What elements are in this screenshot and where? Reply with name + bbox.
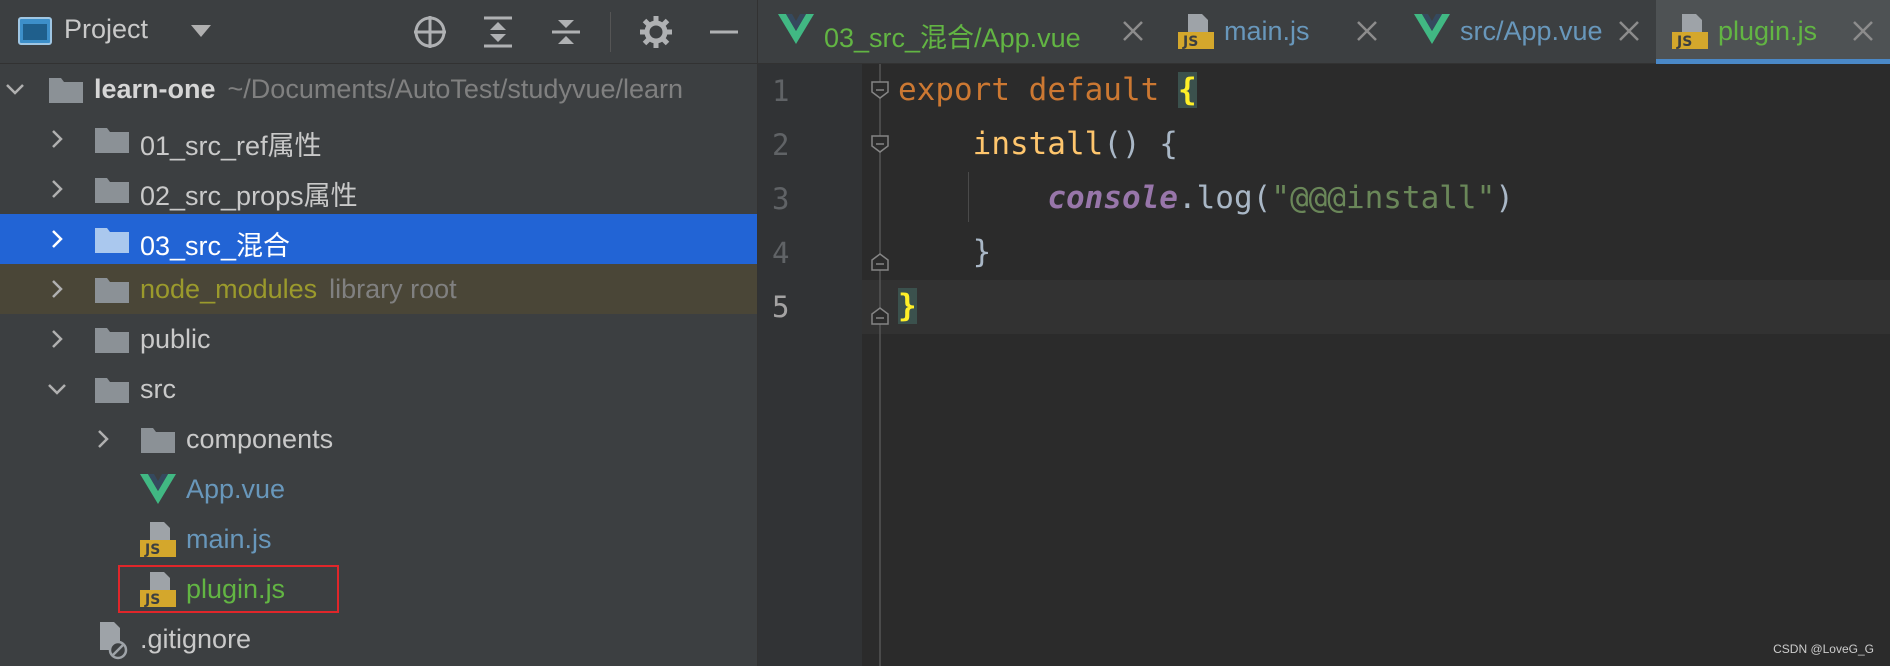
project-toolbar: Project — [0, 0, 757, 64]
js-file-icon: JS — [140, 522, 176, 558]
folder-icon — [95, 328, 129, 353]
hide-icon[interactable] — [706, 14, 742, 50]
chevron-right-icon[interactable] — [46, 178, 68, 200]
tree-row-src[interactable]: src — [0, 364, 757, 414]
svg-text:JS: JS — [1182, 34, 1198, 50]
code-line-3: console.log("@@@install") — [1047, 180, 1514, 216]
tree-label: public — [140, 324, 211, 354]
tree-label: 03_src_混合 — [140, 231, 291, 261]
code-line-2: install() { — [972, 126, 1178, 162]
line-number-gutter: 1 2 3 4 5 — [758, 64, 862, 666]
tree-row-components[interactable]: components — [0, 414, 757, 464]
tree-label: learn-one ~/Documents/AutoTest/studyvue/l… — [94, 74, 684, 104]
project-panel: Project learn-one ~/Documents/AutoTest/s… — [0, 0, 758, 666]
code-line-4: } — [898, 234, 992, 270]
chevron-right-icon[interactable] — [46, 128, 68, 150]
watermark: CSDN @LoveG_G — [1773, 642, 1874, 656]
tree-row-01-src-ref[interactable]: 01_src_ref属性 — [0, 114, 757, 164]
current-line-highlight — [758, 280, 1890, 334]
tree-label: src — [140, 374, 176, 404]
tab-label: src/App.vue — [1460, 16, 1603, 46]
folder-icon — [95, 128, 129, 153]
tree-label: .gitignore — [140, 624, 252, 654]
editor-tabs: 03_src_混合/App.vue JS main.js src/App.vue… — [758, 0, 1890, 64]
gear-icon[interactable] — [638, 14, 674, 50]
tab-main-js[interactable]: JS main.js — [1162, 0, 1394, 64]
tab-label: main.js — [1224, 16, 1310, 46]
folder-icon — [95, 228, 129, 253]
svg-text:JS: JS — [1676, 34, 1692, 50]
tab-label: plugin.js — [1718, 16, 1818, 46]
tree-row-public[interactable]: public — [0, 314, 757, 364]
tab-src-app-vue[interactable]: src/App.vue — [1394, 0, 1656, 64]
close-icon[interactable] — [1354, 18, 1380, 44]
vue-icon — [140, 474, 176, 504]
close-icon[interactable] — [1120, 18, 1146, 44]
project-tree: learn-one ~/Documents/AutoTest/studyvue/l… — [0, 64, 757, 664]
expand-all-icon[interactable] — [480, 14, 516, 50]
tree-row-03-src-mixin[interactable]: 03_src_混合 — [0, 214, 757, 264]
tree-label: 01_src_ref属性 — [140, 131, 322, 161]
folder-icon — [49, 78, 83, 103]
code-area[interactable]: 1 2 3 4 5 export default {install() {c… — [758, 64, 1890, 666]
tree-row-plugin-js[interactable]: JS plugin.js — [0, 564, 757, 614]
project-title: Project — [64, 14, 149, 44]
fold-gutter — [871, 64, 889, 666]
folder-icon — [95, 378, 129, 403]
collapse-all-icon[interactable] — [548, 14, 584, 50]
tab-label: 03_src_混合/App.vue — [824, 23, 1081, 53]
tab-plugin-js[interactable]: JS plugin.js — [1656, 0, 1890, 64]
code-line-1: export default { — [898, 72, 1197, 108]
svg-text:JS: JS — [144, 542, 160, 558]
editor: 03_src_混合/App.vue JS main.js src/App.vue… — [758, 0, 1890, 666]
close-icon[interactable] — [1616, 18, 1642, 44]
chevron-down-icon[interactable] — [46, 378, 68, 400]
locate-icon[interactable] — [412, 14, 448, 50]
ignore-file-icon — [100, 622, 128, 660]
chevron-right-icon[interactable] — [46, 278, 68, 300]
vue-icon — [1414, 14, 1450, 44]
tree-label: main.js — [186, 524, 272, 554]
tree-row-02-src-props[interactable]: 02_src_props属性 — [0, 164, 757, 214]
js-file-icon: JS — [140, 572, 176, 608]
folder-icon — [95, 278, 129, 303]
tree-label: 02_src_props属性 — [140, 181, 358, 211]
vue-icon — [778, 14, 814, 44]
chevron-right-icon[interactable] — [46, 328, 68, 350]
tree-label: App.vue — [186, 474, 286, 504]
chevron-down-icon[interactable] — [4, 78, 26, 100]
tree-label: components — [186, 424, 334, 454]
chevron-down-icon[interactable] — [190, 24, 212, 38]
project-window-icon — [18, 17, 52, 45]
svg-text:JS: JS — [144, 592, 160, 608]
tree-row-main-js[interactable]: JS main.js — [0, 514, 757, 564]
toolbar-separator — [610, 12, 611, 52]
tree-label: node_modules library root — [140, 274, 457, 304]
chevron-right-icon[interactable] — [92, 428, 114, 450]
close-icon[interactable] — [1850, 18, 1876, 44]
tree-row-app-vue[interactable]: App.vue — [0, 464, 757, 514]
chevron-right-icon[interactable] — [46, 228, 68, 250]
tree-row-gitignore[interactable]: .gitignore — [0, 614, 757, 664]
tab-03-src-app-vue[interactable]: 03_src_混合/App.vue — [758, 0, 1162, 64]
tree-label: plugin.js — [186, 574, 286, 604]
js-file-icon: JS — [1178, 14, 1214, 50]
code-line-5: } — [898, 288, 917, 324]
folder-icon — [141, 428, 175, 453]
folder-icon — [95, 178, 129, 203]
tree-row-node-modules[interactable]: node_modules library root — [0, 264, 757, 314]
tree-row-learn-one[interactable]: learn-one ~/Documents/AutoTest/studyvue/l… — [0, 64, 757, 114]
js-file-icon: JS — [1672, 14, 1708, 50]
